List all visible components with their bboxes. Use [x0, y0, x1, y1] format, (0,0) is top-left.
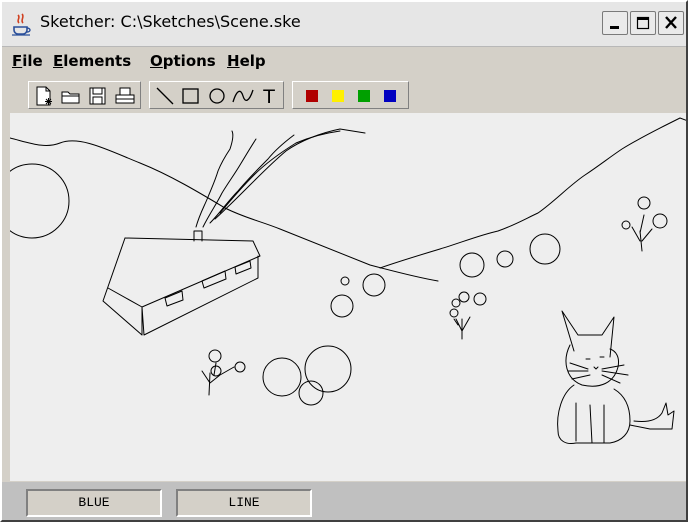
- menu-options-label: ptions: [162, 52, 216, 70]
- curve-icon: [232, 89, 254, 103]
- maximize-button[interactable]: [630, 11, 656, 35]
- red-color-button[interactable]: [301, 85, 325, 107]
- window-title: Sketcher: C:\Sketches\Scene.ske: [40, 12, 301, 31]
- status-color-pane: BLUE: [26, 489, 162, 517]
- new-file-button[interactable]: [32, 85, 56, 107]
- print-icon: [115, 87, 135, 104]
- menu-help-label: elp: [239, 52, 266, 70]
- drawing-canvas[interactable]: [10, 113, 686, 481]
- sketcher-window: Sketcher: C:\Sketches\Scene.ske File Ele…: [0, 0, 688, 522]
- sun-circle: [10, 163, 70, 239]
- menu-help-mnemonic: H: [227, 52, 240, 70]
- blue-swatch-icon: [384, 90, 396, 102]
- open-file-icon: [61, 91, 80, 104]
- smoke-drawing: [195, 128, 366, 228]
- file-tools-group: [28, 81, 141, 109]
- menu-help[interactable]: Help: [227, 52, 266, 70]
- bubble-circles: [262, 233, 561, 406]
- save-file-icon: [89, 87, 106, 105]
- save-file-button[interactable]: [86, 85, 110, 107]
- rectangle-tool-button[interactable]: [179, 85, 203, 107]
- menu-elements-mnemonic: E: [53, 52, 64, 70]
- close-button[interactable]: [658, 11, 684, 35]
- menu-file[interactable]: File: [12, 52, 43, 70]
- open-file-button[interactable]: [59, 85, 83, 107]
- status-bar: BLUE LINE: [2, 482, 686, 520]
- status-element-pane: LINE: [176, 489, 312, 517]
- menu-file-label: ile: [22, 52, 43, 70]
- cat-drawing: [557, 310, 675, 444]
- print-button[interactable]: [113, 85, 137, 107]
- menu-elements[interactable]: Elements: [53, 52, 131, 70]
- rectangle-icon: [182, 88, 199, 104]
- menu-bar: File Elements Options Help: [2, 48, 686, 76]
- minimize-button[interactable]: [602, 11, 628, 35]
- menu-file-mnemonic: F: [12, 52, 23, 70]
- yellow-color-button[interactable]: [327, 85, 351, 107]
- menu-options-mnemonic: O: [150, 52, 163, 70]
- close-icon: [665, 16, 677, 29]
- menu-options[interactable]: Options: [150, 52, 216, 70]
- circle-tool-button[interactable]: [205, 85, 229, 107]
- title-bar[interactable]: Sketcher: C:\Sketches\Scene.ske: [2, 2, 686, 47]
- sketch-drawing: [10, 117, 686, 444]
- flower-drawings: [201, 196, 668, 396]
- green-color-button[interactable]: [353, 85, 377, 107]
- blue-color-button[interactable]: [379, 85, 403, 107]
- house-drawing: [102, 230, 261, 336]
- line-tool-button[interactable]: [153, 85, 177, 107]
- java-cup-icon: [12, 13, 31, 36]
- curve-tool-button[interactable]: [231, 85, 255, 107]
- new-file-icon: [36, 86, 52, 106]
- toolbar: T: [2, 79, 686, 113]
- green-swatch-icon: [358, 90, 370, 102]
- maximize-icon: [636, 16, 650, 30]
- yellow-swatch-icon: [332, 90, 344, 102]
- element-tools-group: T: [149, 81, 284, 109]
- circle-icon: [209, 88, 225, 104]
- text-tool-button[interactable]: T: [257, 85, 281, 107]
- text-tool-glyph: T: [262, 86, 275, 107]
- red-swatch-icon: [306, 90, 318, 102]
- menu-elements-label: lements: [63, 52, 132, 70]
- color-tools-group: [292, 81, 409, 109]
- line-icon: [156, 87, 174, 105]
- text-tool-icon: T: [262, 86, 275, 107]
- minimize-icon: [610, 26, 619, 29]
